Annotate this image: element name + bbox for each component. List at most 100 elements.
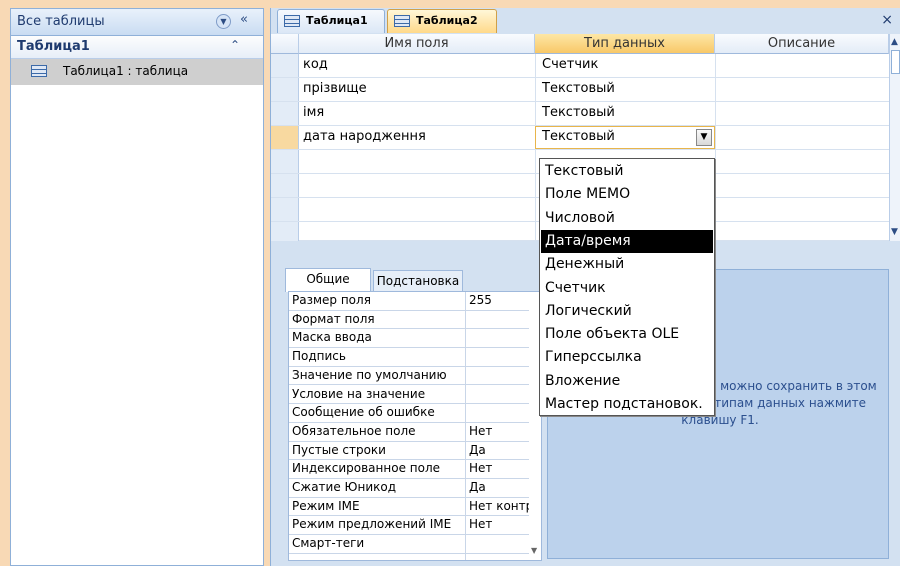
dropdown-option[interactable]: Денежный — [541, 253, 713, 276]
row-selector[interactable] — [271, 198, 299, 221]
property-value[interactable]: Да — [469, 480, 529, 494]
scroll-thumb[interactable] — [891, 50, 900, 74]
property-row[interactable]: Режим предложений IME Нет — [289, 516, 529, 536]
property-value[interactable]: 255 — [469, 293, 529, 307]
table-row[interactable]: дата народження Текстовый ▼ — [271, 126, 889, 150]
property-value[interactable]: Да — [469, 443, 529, 457]
tab-label: Таблица1 — [306, 14, 368, 27]
property-row[interactable]: Значение по умолчанию — [289, 367, 529, 386]
property-row[interactable]: Смарт-теги — [289, 535, 529, 554]
dropdown-option[interactable]: Мастер подстановок. — [541, 393, 713, 416]
tab-table2[interactable]: Таблица2 — [387, 9, 497, 33]
property-row[interactable]: Индексированное поле Нет — [289, 460, 529, 479]
chevron-down-icon[interactable]: ▼ — [696, 129, 712, 146]
table-row[interactable]: прізвище Текстовый — [271, 78, 889, 102]
column-header-data-type: Тип данных — [535, 34, 715, 54]
dropdown-option[interactable]: Поле MEMO — [541, 183, 713, 206]
property-row[interactable]: Размер поля 255 — [289, 292, 529, 311]
nav-header[interactable]: Все таблицы ▼ « — [11, 9, 263, 36]
row-selector[interactable] — [271, 78, 299, 101]
scroll-down-icon[interactable]: ▼ — [531, 546, 537, 555]
field-name-cell[interactable]: код — [303, 57, 328, 72]
data-type-value: Текстовый — [542, 129, 615, 144]
dropdown-option[interactable]: Вложение — [541, 370, 713, 393]
property-name: Маска ввода — [292, 330, 372, 345]
row-selector[interactable] — [271, 54, 299, 77]
dropdown-option[interactable]: Логический — [541, 300, 713, 323]
field-name-cell[interactable]: дата народження — [303, 129, 426, 144]
document-tabs: Таблица1 Таблица2 × — [271, 8, 900, 34]
property-row[interactable]: Режим IME Нет контр — [289, 498, 529, 517]
property-row[interactable]: Подпись — [289, 348, 529, 367]
row-selector[interactable] — [271, 150, 299, 173]
row-selector[interactable] — [271, 174, 299, 197]
data-type-cell[interactable]: Текстовый — [542, 81, 615, 96]
scroll-up-icon[interactable]: ▲ — [891, 37, 898, 47]
property-row[interactable]: Обязательное поле Нет — [289, 423, 529, 442]
dropdown-option[interactable]: Поле объекта OLE — [541, 323, 713, 346]
property-value[interactable]: Нет — [469, 517, 529, 531]
property-row[interactable]: Формат поля — [289, 311, 529, 330]
table-icon — [284, 15, 300, 27]
dropdown-option[interactable]: Счетчик — [541, 277, 713, 300]
navigation-pane: Все таблицы ▼ « Таблица1 ⌃ Таблица1 : та… — [10, 8, 264, 566]
property-name: Смарт-теги — [292, 536, 365, 551]
tab-general[interactable]: Общие — [285, 268, 371, 292]
table-icon — [394, 15, 410, 27]
row-selector[interactable] — [271, 222, 299, 241]
property-row[interactable]: Сообщение об ошибке — [289, 404, 529, 423]
nav-menu-dropdown-icon[interactable]: ▼ — [216, 14, 231, 29]
property-name: Размер поля — [292, 293, 371, 307]
row-selector[interactable] — [271, 102, 299, 125]
field-name-cell[interactable]: імя — [303, 105, 324, 120]
grid-scrollbar[interactable]: ▲ ▼ — [889, 34, 900, 241]
grid-corner — [271, 34, 299, 54]
field-name-cell[interactable]: прізвище — [303, 81, 367, 96]
property-name: Формат поля — [292, 311, 375, 326]
property-value[interactable]: Нет — [469, 461, 529, 475]
nav-title: Все таблицы — [17, 14, 105, 29]
property-name: Значение по умолчанию — [292, 367, 447, 382]
nav-collapse-icon[interactable]: « — [240, 12, 248, 27]
table-icon — [31, 65, 47, 77]
property-name: Индексированное поле — [292, 461, 441, 476]
property-name: Режим IME — [292, 498, 360, 513]
data-type-dropdown-list[interactable]: Текстовый Поле MEMO Числовой Дата/время … — [539, 158, 715, 416]
group-collapse-icon[interactable]: ⌃ — [230, 38, 240, 52]
nav-item-label: Таблица1 : таблица — [63, 64, 189, 78]
data-type-cell[interactable]: Текстовый — [542, 105, 615, 120]
dropdown-option[interactable]: Гиперссылка — [541, 346, 713, 369]
property-name: Обязательное поле — [292, 423, 416, 438]
row-selector[interactable] — [271, 126, 299, 149]
data-type-combo[interactable]: Текстовый ▼ — [535, 126, 715, 149]
property-name: Сжатие Юникод — [292, 480, 397, 494]
property-name: Пустые строки — [292, 442, 386, 457]
property-row[interactable]: Пустые строки Да — [289, 442, 529, 461]
dropdown-option-highlighted[interactable]: Дата/время — [541, 229, 713, 254]
tab-label: Таблица2 — [416, 14, 478, 27]
data-type-cell[interactable]: Счетчик — [542, 57, 598, 72]
property-row[interactable]: Условие на значение — [289, 386, 529, 405]
dropdown-option[interactable]: Числовой — [541, 207, 713, 230]
properties-table: Размер поля 255 Формат поля Маска ввода П… — [288, 291, 542, 561]
property-value[interactable]: Нет контр — [469, 499, 529, 513]
nav-group-header[interactable]: Таблица1 ⌃ — [11, 36, 263, 59]
table-row[interactable]: імя Текстовый — [271, 102, 889, 126]
property-name: Условие на значение — [292, 386, 426, 401]
property-name: Режим предложений IME — [292, 517, 452, 532]
scroll-down-icon[interactable]: ▼ — [891, 227, 898, 237]
nav-group-label: Таблица1 — [17, 39, 90, 54]
table-row[interactable]: код Счетчик — [271, 54, 889, 78]
column-header-description: Описание — [715, 34, 889, 54]
nav-item-table[interactable]: Таблица1 : таблица — [11, 59, 263, 85]
tab-lookup[interactable]: Подстановка — [373, 270, 463, 292]
column-header-field-name: Имя поля — [299, 34, 535, 54]
property-value[interactable]: Нет — [469, 424, 529, 438]
close-icon[interactable]: × — [881, 12, 893, 28]
property-name: Сообщение об ошибке — [292, 405, 435, 420]
property-row[interactable]: Маска ввода — [289, 329, 529, 349]
tab-table1[interactable]: Таблица1 — [277, 9, 385, 33]
property-name: Подпись — [292, 349, 346, 364]
property-row[interactable]: Сжатие Юникод Да — [289, 479, 529, 498]
dropdown-option[interactable]: Текстовый — [541, 160, 713, 183]
